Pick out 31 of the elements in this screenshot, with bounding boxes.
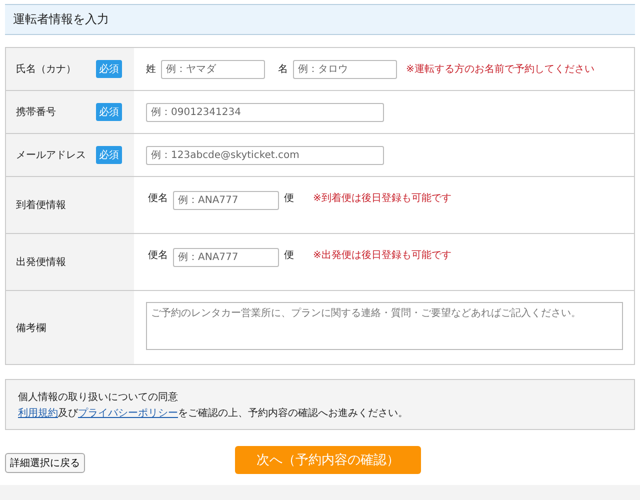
input-field[interactable]: 例：ヤマダ <box>161 60 265 78</box>
notice-text: ※出発便は後日登録も可能です <box>313 248 452 262</box>
required-badge: 必須 <box>96 146 122 164</box>
field-label: メールアドレス <box>16 149 87 162</box>
field-label: 備考欄 <box>16 322 47 334</box>
notice-text: ※到着便は後日登録も可能です <box>313 192 452 205</box>
policy-link[interactable]: プライバシーポリシー <box>78 408 178 419</box>
required-badge: 必須 <box>96 103 122 121</box>
field-label: 到着便情報 <box>16 198 67 212</box>
input-field[interactable]: 例：ANA777 <box>173 191 279 210</box>
input-prefix: 名 <box>278 63 288 76</box>
consent-title: 個人情報の取り扱いについての同意 <box>18 390 179 404</box>
section-title: 運転者情報を入力 <box>13 11 109 28</box>
field-label: 出発便情報 <box>16 256 67 269</box>
field-label: 氏名（カナ） <box>16 62 77 76</box>
input-prefix: 便名 <box>148 192 168 205</box>
back-button[interactable]: 詳細選択に戻る <box>5 453 85 473</box>
input-suffix: 便 <box>284 192 294 205</box>
policy-link[interactable]: 利用規約 <box>18 408 58 419</box>
input-field[interactable]: 例：09012341234 <box>146 102 384 122</box>
consent-text: 利用規約及びプライバシーポリシーをご確認の上、予約内容の確認へお進みください。 <box>18 406 409 420</box>
notice-text: ※運転する方のお名前で予約してください <box>406 62 594 76</box>
input-suffix: 便 <box>284 249 294 262</box>
required-badge: 必須 <box>96 60 122 78</box>
input-field[interactable]: 例：ANA777 <box>173 248 279 267</box>
input-field[interactable]: 例：123abcde@skyticket.com <box>146 146 384 164</box>
input-prefix: 姓 <box>146 63 156 76</box>
input-prefix: 便名 <box>148 249 168 262</box>
field-label: 携帯番号 <box>16 106 57 119</box>
input-field[interactable]: 例：タロウ <box>293 60 397 78</box>
remarks-field[interactable]: ご予約のレンタカー営業所に、プランに関する連絡・質問・ご要望などあればご記入ください。 <box>146 302 623 350</box>
